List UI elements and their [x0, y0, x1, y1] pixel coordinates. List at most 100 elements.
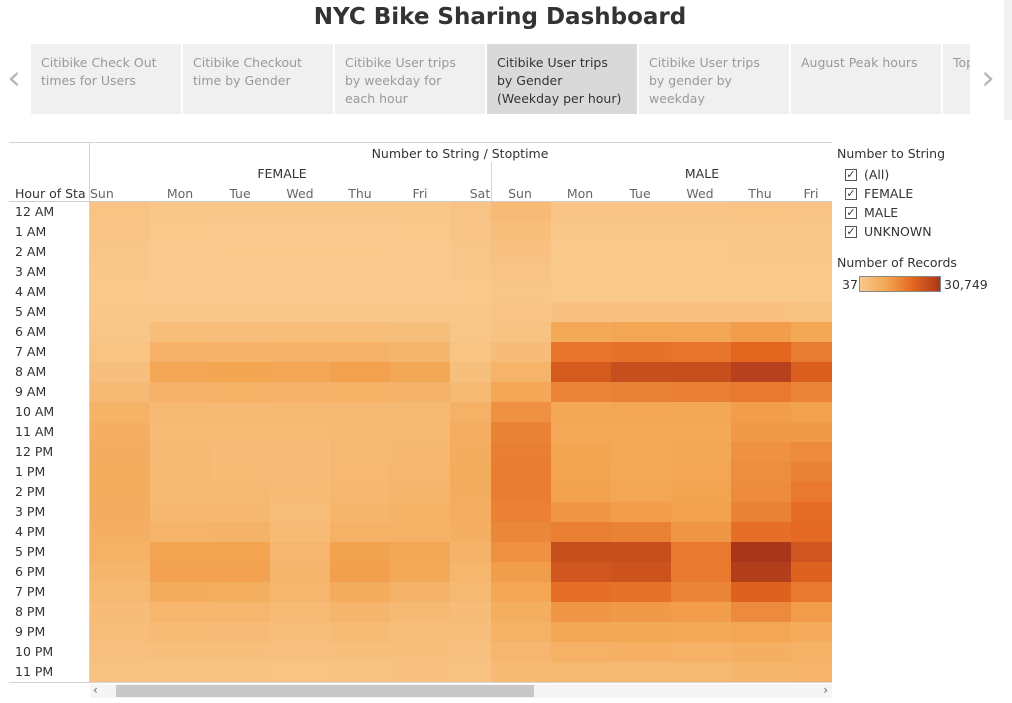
heat-cell: [731, 202, 791, 222]
heat-cell: [210, 342, 270, 362]
heat-cell: [551, 602, 611, 622]
scroll-thumb[interactable]: [116, 685, 534, 697]
heat-cell: [390, 402, 450, 422]
heat-cell: [551, 282, 611, 302]
heat-cell: [270, 202, 330, 222]
heat-cell: [270, 482, 330, 502]
heat-cell: [611, 522, 671, 542]
heat-cell: [611, 482, 671, 502]
heat-cell: [270, 522, 330, 542]
heat-cell: [491, 442, 551, 462]
tab-0[interactable]: Citibike Check Out times for Users: [31, 44, 181, 114]
heat-cell: [90, 542, 150, 562]
day-label-female-sun: Sun: [90, 186, 114, 201]
heat-cell: [611, 242, 671, 262]
filter-item-all[interactable]: ✓ (All): [837, 165, 1007, 184]
heat-cell: [390, 442, 450, 462]
checkbox[interactable]: ✓: [845, 225, 857, 238]
heat-cell: [551, 262, 611, 282]
heat-cell: [731, 642, 791, 662]
heat-cell: [791, 202, 832, 222]
chevron-right-icon[interactable]: ›: [976, 60, 1000, 96]
filter-item-male[interactable]: ✓ MALE: [837, 203, 1007, 222]
heat-cell: [270, 602, 330, 622]
tab-6[interactable]: Top: [943, 44, 970, 114]
heat-cell: [731, 562, 791, 582]
day-label-male-sun: Sun: [508, 186, 532, 201]
heat-cell: [330, 322, 390, 342]
filter-item-label: UNKNOWN: [864, 224, 932, 239]
heat-cell: [150, 302, 210, 322]
heat-cell: [150, 462, 210, 482]
heat-cell: [330, 662, 390, 682]
chevron-left-icon[interactable]: ‹: [2, 60, 26, 96]
horizontal-scrollbar[interactable]: ‹ ›: [90, 683, 832, 698]
filter-item-unknown[interactable]: ✓ UNKNOWN: [837, 222, 1007, 241]
heat-cell: [791, 262, 832, 282]
heat-cell: [491, 562, 551, 582]
heat-cell: [90, 302, 150, 322]
heat-cell: [611, 282, 671, 302]
heat-cell: [731, 662, 791, 682]
heat-cell: [90, 202, 150, 222]
heat-cell: [611, 382, 671, 402]
heat-cell: [551, 342, 611, 362]
heat-cell: [330, 582, 390, 602]
heat-cell: [90, 562, 150, 582]
heat-cell: [90, 382, 150, 402]
heat-cell: [611, 662, 671, 682]
hour-label: 9 PM: [15, 624, 46, 639]
heat-cell: [90, 222, 150, 242]
heat-cell: [611, 322, 671, 342]
heat-cell: [491, 222, 551, 242]
checkbox[interactable]: ✓: [845, 206, 857, 219]
heat-cell: [150, 562, 210, 582]
heat-cell: [330, 462, 390, 482]
hour-label: 1 PM: [15, 464, 46, 479]
heat-cell: [210, 282, 270, 302]
heat-cell: [491, 542, 551, 562]
heat-cell: [551, 442, 611, 462]
page-scrollbar[interactable]: [1004, 0, 1012, 120]
heat-cell: [551, 522, 611, 542]
heat-cell: [611, 202, 671, 222]
heat-cell: [150, 362, 210, 382]
heat-cell: [491, 282, 551, 302]
heat-cell: [270, 282, 330, 302]
heat-cell: [270, 262, 330, 282]
heat-cell: [90, 422, 150, 442]
heat-cell: [491, 382, 551, 402]
heat-cell: [551, 302, 611, 322]
heat-cell: [390, 642, 450, 662]
checkbox[interactable]: ✓: [845, 168, 857, 181]
color-legend-title: Number of Records: [837, 255, 957, 270]
heat-cell: [671, 282, 731, 302]
filter-item-label: FEMALE: [864, 186, 914, 201]
heat-cell: [210, 662, 270, 682]
heat-cell: [671, 262, 731, 282]
heat-cell: [270, 502, 330, 522]
hour-label: 11 PM: [15, 664, 54, 679]
tab-3[interactable]: Citibike User trips by Gender (Weekday p…: [487, 44, 637, 114]
tab-4[interactable]: Citibike User trips by gender by weekday: [639, 44, 789, 114]
heat-cell: [330, 422, 390, 442]
checkbox[interactable]: ✓: [845, 187, 857, 200]
heat-cell: [210, 502, 270, 522]
heat-cell: [671, 382, 731, 402]
scroll-left-icon[interactable]: ‹: [93, 683, 98, 697]
heat-cell: [150, 502, 210, 522]
filter-item-female[interactable]: ✓ FEMALE: [837, 184, 1007, 203]
tab-2[interactable]: Citibike User trips by weekday for each …: [335, 44, 485, 114]
tab-5[interactable]: August Peak hours: [791, 44, 941, 114]
heat-cell: [90, 322, 150, 342]
heat-cell: [491, 422, 551, 442]
heat-cell: [671, 202, 731, 222]
heat-cell: [270, 222, 330, 242]
heat-cell: [330, 382, 390, 402]
heatmap: [90, 202, 832, 682]
heat-cell: [150, 582, 210, 602]
scroll-right-icon[interactable]: ›: [823, 683, 828, 697]
heat-cell: [491, 662, 551, 682]
hour-label: 8 AM: [15, 364, 47, 379]
tab-1[interactable]: Citibike Checkout time by Gender: [183, 44, 333, 114]
